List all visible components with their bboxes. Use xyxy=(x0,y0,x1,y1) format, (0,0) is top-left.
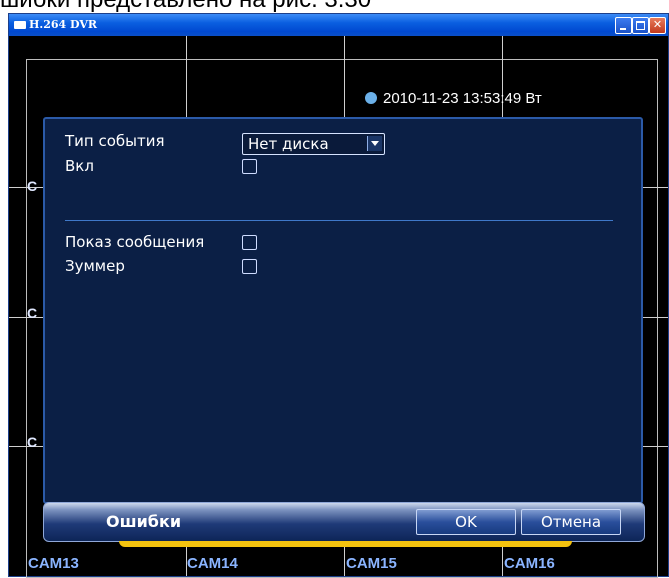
title-bar[interactable]: H.264 DVR ✕ xyxy=(9,14,668,36)
enable-label: Вкл xyxy=(65,157,94,175)
enable-checkbox[interactable] xyxy=(242,159,257,174)
dialog-footer: Ошибки OK Отмена xyxy=(43,502,645,542)
show-message-label: Показ сообщения xyxy=(65,233,205,251)
dialog-title: Ошибки xyxy=(106,512,182,531)
buzzer-checkbox[interactable] xyxy=(242,259,257,274)
chevron-down-icon[interactable] xyxy=(367,136,382,151)
minimize-button[interactable] xyxy=(615,17,632,34)
ok-button[interactable]: OK xyxy=(416,509,516,535)
channel-label: C xyxy=(27,178,38,194)
app-icon xyxy=(14,21,26,29)
camera-label-cam14: CAM14 xyxy=(187,555,238,572)
event-type-label: Тип события xyxy=(65,132,165,150)
cancel-button[interactable]: Отмена xyxy=(521,509,621,535)
camera-viewport: 2010-11-23 13:53:49 Вт C C C CAM13 CAM14… xyxy=(9,36,668,578)
channel-label: C xyxy=(27,434,38,450)
error-settings-dialog: Тип события Нет диска Вкл Показ сообщени… xyxy=(43,117,643,504)
close-button[interactable]: ✕ xyxy=(649,17,666,34)
channel-label: C xyxy=(27,305,38,321)
show-message-checkbox[interactable] xyxy=(242,235,257,250)
refresh-icon xyxy=(365,92,377,104)
camera-label-cam15: CAM15 xyxy=(346,555,397,572)
dvr-window: H.264 DVR ✕ 2010-11-23 13:53:49 Вт C C C… xyxy=(8,13,669,578)
maximize-button[interactable] xyxy=(632,17,649,34)
divider xyxy=(65,220,613,221)
caption-text: шибки представлено на рис. 3.30 xyxy=(0,0,371,14)
event-type-value: Нет диска xyxy=(248,135,329,153)
datetime-text: 2010-11-23 13:53:49 Вт xyxy=(383,90,542,107)
status-bar xyxy=(119,541,572,547)
event-type-select[interactable]: Нет диска xyxy=(242,133,385,155)
window-title: H.264 DVR xyxy=(29,18,98,31)
camera-label-cam13: CAM13 xyxy=(28,555,79,572)
datetime-display: 2010-11-23 13:53:49 Вт xyxy=(365,90,542,107)
camera-label-cam16: CAM16 xyxy=(504,555,555,572)
buzzer-label: Зуммер xyxy=(65,257,125,275)
